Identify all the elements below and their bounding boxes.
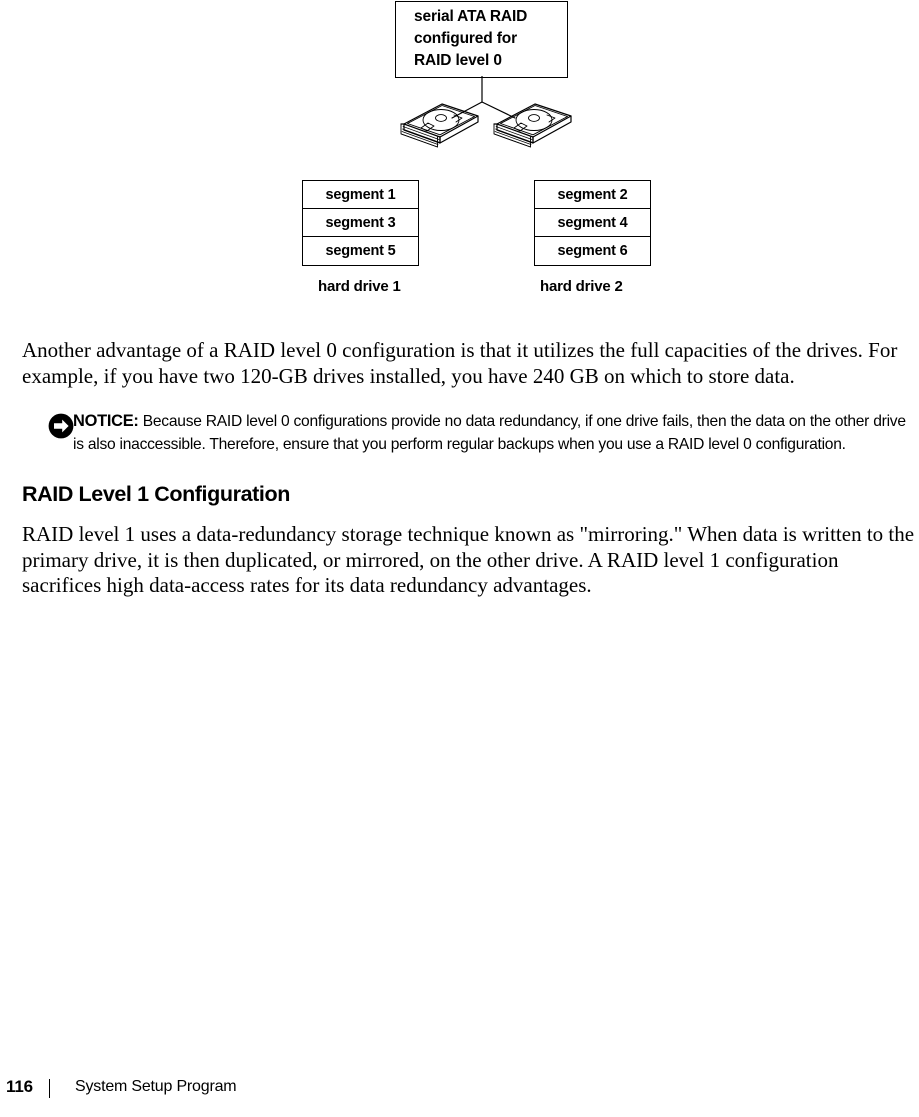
- paragraph-raid0-capacity: Another advantage of a RAID level 0 conf…: [22, 338, 898, 388]
- hard-drive-illustrations: [400, 76, 572, 148]
- callout-line-3: RAID level 0: [414, 52, 502, 69]
- callout-box: serial ATA RAID configured for RAID leve…: [395, 1, 568, 78]
- page-title: RAID Level 1 Configuration: [22, 482, 290, 506]
- segment-table-drive-2: segment 2 segment 4 segment 6: [534, 180, 651, 266]
- hard-drive-2-label: hard drive 2: [540, 278, 623, 295]
- notice-body: Because RAID level 0 configurations prov…: [73, 413, 906, 453]
- notice-text: NOTICE: Because RAID level 0 configurati…: [73, 410, 919, 456]
- notice-label: NOTICE:: [73, 412, 139, 430]
- page-content: Another advantage of a RAID level 0 conf…: [22, 338, 919, 599]
- paragraph-raid1-description: RAID level 1 uses a data-redundancy stor…: [22, 522, 915, 597]
- segment-cell: segment 4: [535, 209, 650, 237]
- hard-drive-1-label: hard drive 1: [318, 278, 401, 295]
- hard-drive-2-icon: [493, 103, 572, 148]
- segment-cell: segment 2: [535, 181, 650, 209]
- leader-line-right: [481, 101, 516, 119]
- segment-cell: segment 6: [557, 243, 628, 259]
- callout-line-2: configured for: [414, 30, 517, 47]
- footer-divider: [49, 1079, 51, 1098]
- notice-admonition: NOTICE: Because RAID level 0 configurati…: [22, 410, 919, 456]
- footer-page-number: 116: [6, 1077, 33, 1096]
- segment-table-drive-1: segment 1 segment 3 segment 5: [302, 180, 419, 266]
- callout-line-1: serial ATA RAID: [414, 8, 528, 25]
- raid-level-0-diagram: serial ATA RAID configured for RAID leve…: [0, 0, 919, 310]
- footer-chapter-title: System Setup Program: [75, 1078, 237, 1095]
- segment-cell: segment 5: [325, 243, 396, 259]
- page-footer: 116 System Setup Program: [0, 1077, 919, 1103]
- segment-cell: segment 3: [303, 209, 418, 237]
- segment-cell: segment 1: [303, 181, 418, 209]
- callout-label: serial ATA RAID configured for RAID leve…: [414, 6, 564, 72]
- notice-arrow-icon: [48, 413, 74, 439]
